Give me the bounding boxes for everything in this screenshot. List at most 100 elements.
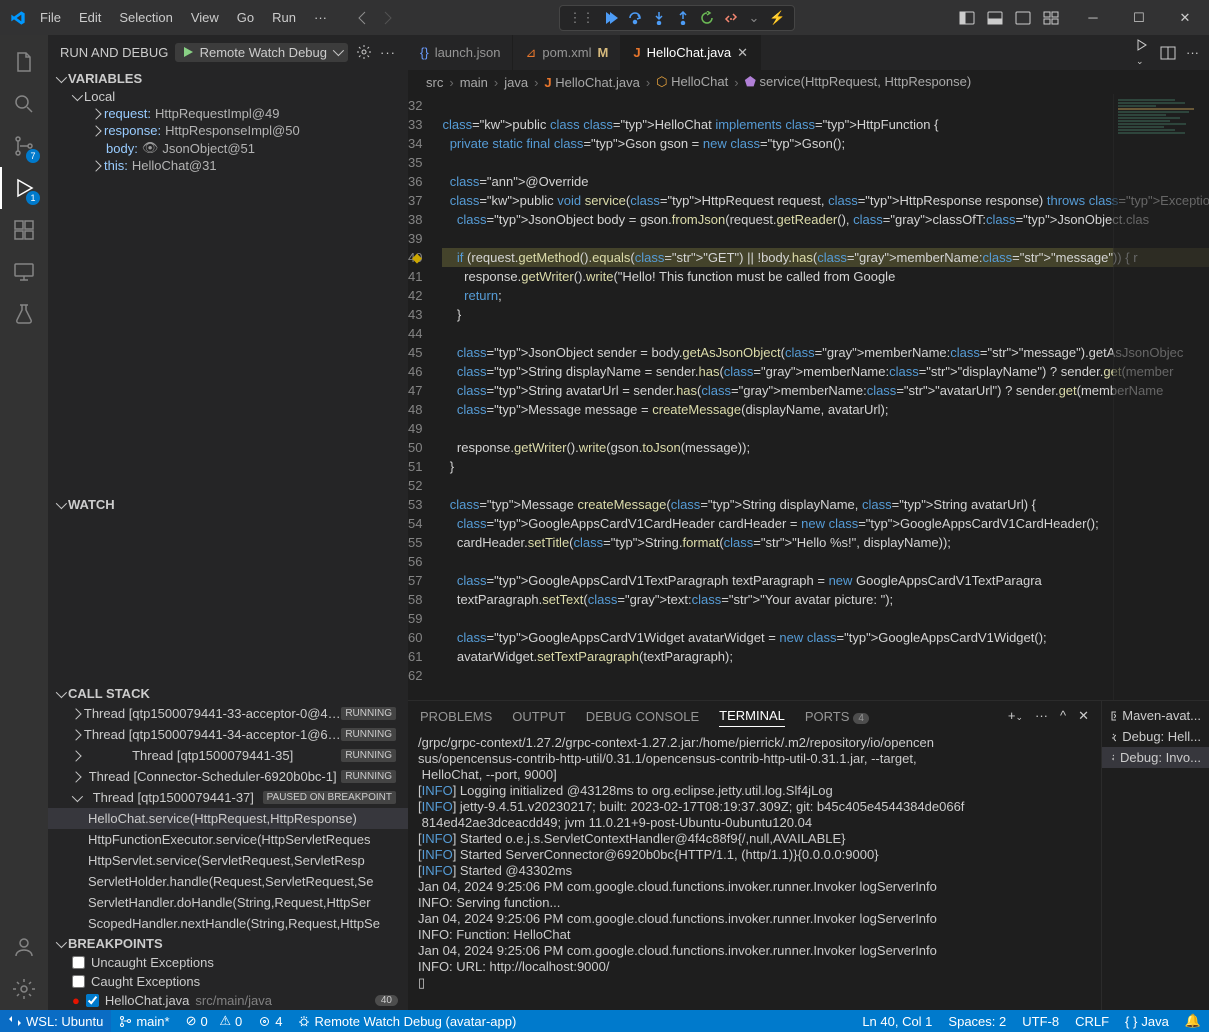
terminal-list: Maven-avat...Debug: Hell...Debug: Invo..… (1101, 701, 1209, 1010)
thread-item[interactable]: Thread [qtp1500079441-35]RUNNING (48, 745, 408, 766)
remote-explorer-icon[interactable] (0, 251, 48, 293)
terminal-more-icon[interactable]: ··· (1035, 708, 1048, 724)
testing-icon[interactable] (0, 293, 48, 335)
more-icon[interactable]: ··· (380, 45, 396, 60)
close-button[interactable]: ✕ (1165, 4, 1205, 32)
gear-icon[interactable] (356, 44, 372, 60)
maximize-panel-icon[interactable]: ^ (1060, 708, 1066, 724)
menu-file[interactable]: File (32, 6, 69, 29)
debug-config-selector[interactable]: Remote Watch Debug (175, 43, 348, 62)
variable-item[interactable]: response: HttpResponseImpl@50 (62, 122, 408, 139)
problems-indicator[interactable]: ⊘0 ⚠0 (178, 1013, 251, 1029)
menu-run[interactable]: Run (264, 6, 304, 29)
new-terminal-icon[interactable]: +⌄ (1008, 708, 1023, 724)
variable-item[interactable]: this: HelloChat@31 (62, 157, 408, 174)
callstack-section[interactable]: CALL STACK (48, 684, 408, 703)
settings-icon[interactable] (0, 968, 48, 1010)
step-into-icon[interactable] (652, 11, 666, 25)
tab-HelloChat-java[interactable]: JHelloChat.java✕ (621, 35, 761, 70)
notifications-icon[interactable]: 🔔 (1177, 1013, 1209, 1029)
watch-section[interactable]: WATCH (48, 495, 408, 514)
local-scope[interactable]: Local (62, 88, 408, 105)
step-over-icon[interactable] (628, 11, 642, 25)
debug-session[interactable]: Remote Watch Debug (avatar-app) (290, 1014, 524, 1029)
thread-item[interactable]: Thread [qtp1500079441-37]PAUSED ON BREAK… (48, 787, 408, 808)
encoding[interactable]: UTF-8 (1014, 1013, 1067, 1029)
tab-launch-json[interactable]: {}launch.json (408, 35, 513, 70)
nav-forward-icon[interactable] (379, 10, 395, 26)
terminal-item[interactable]: Debug: Invo... (1102, 747, 1209, 768)
code-editor[interactable]: 3233343536373839404142434445464748495051… (408, 94, 1209, 700)
menu-bar: FileEditSelectionViewGoRun··· (32, 6, 335, 29)
menu-view[interactable]: View (183, 6, 227, 29)
thread-item[interactable]: Thread [qtp1500079441-34-acceptor-1@66..… (48, 724, 408, 745)
stack-frame[interactable]: ServletHolder.handle(Request,ServletRequ… (48, 871, 408, 892)
activity-bar: 7 1 (0, 35, 48, 1010)
menu-selection[interactable]: Selection (111, 6, 180, 29)
extensions-icon[interactable] (0, 209, 48, 251)
debug-config-dropdown-icon[interactable]: ⌄ (748, 10, 759, 26)
run-dropdown-icon[interactable]: ⌄ (1136, 38, 1150, 67)
source-control-icon[interactable]: 7 (0, 125, 48, 167)
thread-item[interactable]: Thread [qtp1500079441-33-acceptor-0@48..… (48, 703, 408, 724)
stack-frame[interactable]: ServletHandler.doHandle(String,Request,H… (48, 892, 408, 913)
stack-frame[interactable]: HelloChat.service(HttpRequest,HttpRespon… (48, 808, 408, 829)
tab-pom-xml[interactable]: ⊿pom.xmlM (513, 35, 621, 70)
ports-indicator[interactable]: 4 (250, 1014, 290, 1029)
bp-caught[interactable]: Caught Exceptions (48, 972, 408, 991)
customize-layout-icon[interactable] (1043, 10, 1059, 26)
breadcrumb[interactable]: src›main›java›J HelloChat.java›⬡ HelloCh… (408, 70, 1209, 94)
step-out-icon[interactable] (676, 11, 690, 25)
maximize-button[interactable]: ☐ (1119, 4, 1159, 32)
stack-frame[interactable]: HttpServlet.service(ServletRequest,Servl… (48, 850, 408, 871)
stack-frame[interactable]: HttpFunctionExecutor.service(HttpServlet… (48, 829, 408, 850)
thread-item[interactable]: Thread [Connector-Scheduler-6920b0bc-1]R… (48, 766, 408, 787)
debug-console-tab[interactable]: DEBUG CONSOLE (586, 706, 699, 727)
split-editor-icon[interactable] (1160, 45, 1176, 61)
menu-edit[interactable]: Edit (71, 6, 109, 29)
status-bar: WSL: Ubuntu main* ⊘0 ⚠0 4 Remote Watch D… (0, 1010, 1209, 1032)
nav-back-forward (355, 10, 395, 26)
terminal-item[interactable]: Debug: Hell... (1102, 726, 1209, 747)
language-mode[interactable]: { }Java (1117, 1013, 1177, 1029)
terminal-content[interactable]: /grpc/grpc-context/1.27.2/grpc-context-1… (408, 731, 1101, 1010)
eol[interactable]: CRLF (1067, 1013, 1117, 1029)
minimize-button[interactable]: ─ (1073, 4, 1113, 32)
accounts-icon[interactable] (0, 926, 48, 968)
explorer-icon[interactable] (0, 41, 48, 83)
disconnect-icon[interactable] (724, 11, 738, 25)
cursor-position[interactable]: Ln 40, Col 1 (854, 1013, 940, 1029)
variable-item[interactable]: request: HttpRequestImpl@49 (62, 105, 408, 122)
close-icon[interactable]: ✕ (737, 45, 748, 61)
bp-file[interactable]: ● HelloChat.java src/main/java 40 (48, 991, 408, 1010)
breakpoints-section[interactable]: BREAKPOINTS (48, 934, 408, 953)
git-branch[interactable]: main* (111, 1014, 177, 1029)
remote-indicator[interactable]: WSL: Ubuntu (0, 1010, 111, 1032)
ports-tab[interactable]: PORTS4 (805, 706, 869, 727)
hot-code-icon[interactable]: ⚡ (769, 10, 785, 26)
drag-handle-icon[interactable]: ⋮⋮ (568, 10, 594, 26)
output-tab[interactable]: OUTPUT (512, 706, 565, 727)
minimap[interactable] (1113, 94, 1209, 700)
menu-···[interactable]: ··· (306, 6, 335, 29)
restart-icon[interactable] (700, 11, 714, 25)
search-icon[interactable] (0, 83, 48, 125)
continue-icon[interactable] (604, 11, 618, 25)
sidebar-title: RUN AND DEBUG (60, 45, 168, 60)
more-actions-icon[interactable]: ··· (1186, 45, 1199, 60)
run-debug-icon[interactable]: 1 (0, 167, 48, 209)
variables-section[interactable]: VARIABLES (48, 69, 408, 88)
stack-frame[interactable]: ScopedHandler.nextHandle(String,Request,… (48, 913, 408, 934)
toggle-panel-bottom-icon[interactable] (987, 10, 1003, 26)
variable-item[interactable]: body: 👁 JsonObject@51 (62, 139, 408, 157)
toggle-panel-left-icon[interactable] (959, 10, 975, 26)
problems-tab[interactable]: PROBLEMS (420, 706, 492, 727)
nav-back-icon[interactable] (355, 10, 371, 26)
toggle-panel-right-icon[interactable] (1015, 10, 1031, 26)
close-panel-icon[interactable]: ✕ (1078, 708, 1089, 724)
menu-go[interactable]: Go (229, 6, 262, 29)
terminal-item[interactable]: Maven-avat... (1102, 705, 1209, 726)
bp-uncaught[interactable]: Uncaught Exceptions (48, 953, 408, 972)
terminal-tab[interactable]: TERMINAL (719, 705, 785, 727)
indentation[interactable]: Spaces: 2 (940, 1013, 1014, 1029)
